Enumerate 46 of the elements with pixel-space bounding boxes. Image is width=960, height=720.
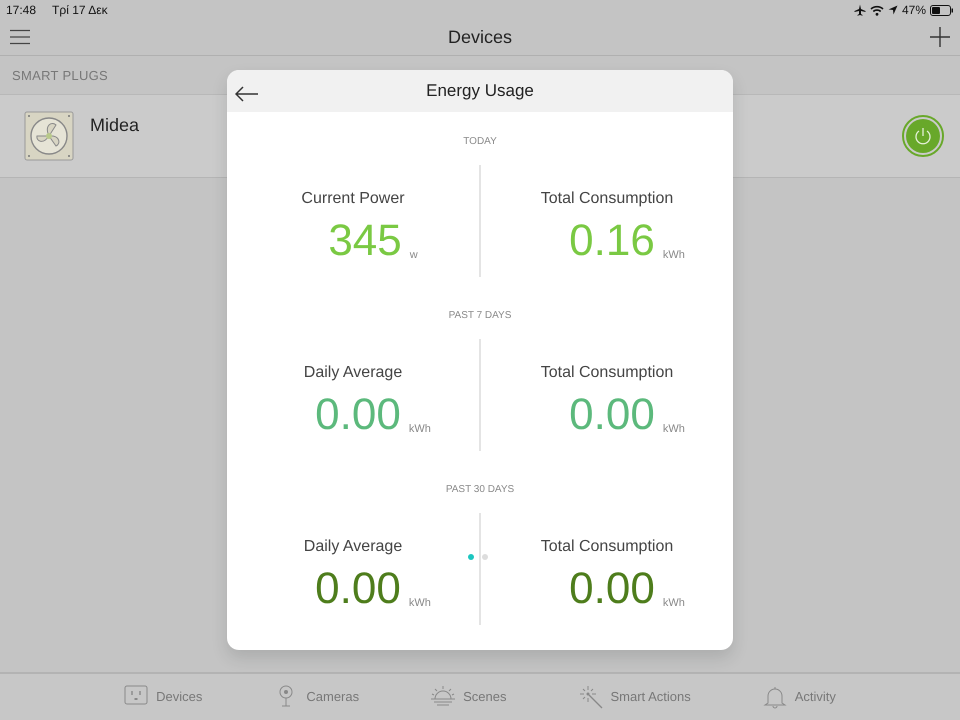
location-icon <box>888 5 898 15</box>
metric-label: Daily Average <box>304 537 402 557</box>
metric-unit: kWh <box>408 422 431 436</box>
tab-item[interactable]: Devices <box>108 684 218 710</box>
add-icon <box>930 27 950 48</box>
page-dot[interactable] <box>468 554 474 560</box>
wand-icon <box>578 685 602 709</box>
page-dot[interactable] <box>482 554 488 560</box>
section-label: SMART PLUGS <box>12 68 108 83</box>
wifi-icon <box>870 4 884 16</box>
status-date: Τρί 17 Δεκ <box>52 2 108 19</box>
metric-value: 0.00 <box>569 393 655 437</box>
metric-value: 0.00 <box>315 567 401 611</box>
metric-value: 0.16 <box>569 219 655 263</box>
metric-value: 345 <box>328 219 402 263</box>
metric-unit: kWh <box>662 248 685 262</box>
period-label: TODAY <box>462 135 498 149</box>
period-label: PAST 30 DAYS <box>444 483 516 497</box>
metric-unit: kWh <box>662 422 685 436</box>
metric-value: 0.00 <box>315 393 401 437</box>
metric-value: 0.00 <box>569 567 655 611</box>
battery-percent: 47% <box>902 2 926 19</box>
back-arrow-icon <box>235 86 259 102</box>
tab-item[interactable]: Activity <box>746 684 852 710</box>
metric-label: Total Consumption <box>540 363 674 383</box>
metric-label: Current Power <box>301 189 405 209</box>
status-time: 17:48 <box>6 2 36 19</box>
metric-label: Total Consumption <box>540 189 674 209</box>
tab-item[interactable]: Smart Actions <box>562 684 707 710</box>
period-label: PAST 7 DAYS <box>448 309 512 323</box>
metric-unit: w <box>410 248 418 262</box>
tab-item[interactable]: Scenes <box>415 684 522 710</box>
menu-icon <box>10 29 30 46</box>
metric-label: Daily Average <box>304 363 402 383</box>
modal-title: Energy Usage <box>426 80 534 102</box>
airplane-icon <box>854 4 866 16</box>
metric-label: Total Consumption <box>540 537 674 557</box>
metric-unit: kWh <box>408 596 431 610</box>
tab-item[interactable]: Cameras <box>258 684 376 710</box>
battery-icon <box>930 4 954 16</box>
add-button[interactable] <box>930 26 950 50</box>
header-title: Devices <box>448 26 512 49</box>
fan-icon <box>24 110 74 160</box>
metric-unit: kWh <box>662 596 685 610</box>
device-name: Midea <box>90 114 140 137</box>
power-icon <box>913 126 933 146</box>
